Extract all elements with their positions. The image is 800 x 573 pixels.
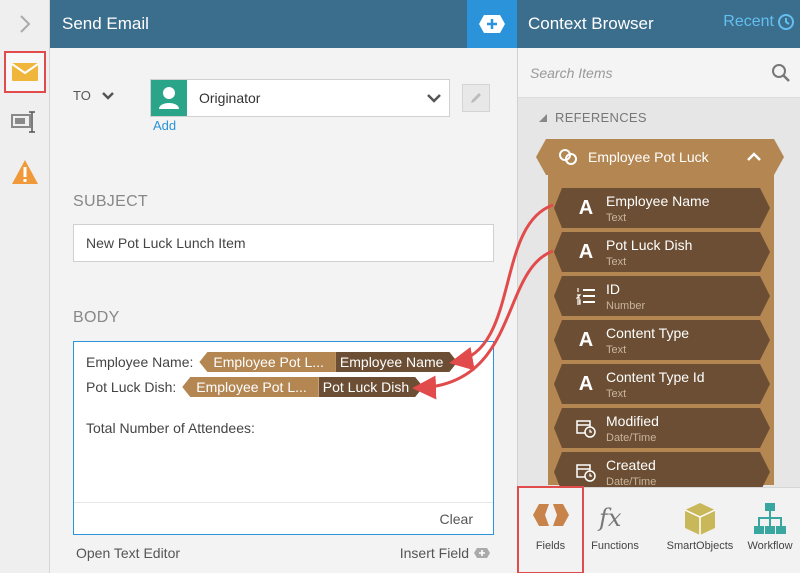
- insert-field-toggle-icon: [479, 15, 505, 33]
- body-line-attendees: Total Number of Attendees:: [86, 420, 255, 436]
- text-icon: A: [578, 372, 594, 395]
- field-type: Text: [606, 212, 627, 224]
- body-line-pot-luck-dish: Pot Luck Dish: Employee Pot L... Pot Luc…: [86, 377, 423, 397]
- tab-workflow[interactable]: Workflow: [741, 488, 799, 573]
- recipient-value: Originator: [199, 90, 261, 106]
- insert-field-button[interactable]: Insert Field: [400, 545, 491, 561]
- workflow-icon: [754, 503, 786, 534]
- body-text: Total Number of Attendees:: [86, 420, 255, 436]
- insert-field-icon: [474, 548, 490, 558]
- text-icon: A: [578, 328, 594, 351]
- tab-smartobjects[interactable]: SmartObjects: [663, 488, 737, 573]
- form-field-icon[interactable]: [4, 101, 46, 143]
- expand-chevron-icon[interactable]: [0, 0, 49, 48]
- field-type: Text: [606, 344, 627, 356]
- body-label: BODY: [73, 309, 120, 326]
- references-label: REFERENCES: [555, 110, 647, 125]
- tab-label: Workflow: [747, 540, 793, 552]
- user-avatar-icon: [151, 80, 187, 116]
- smartobjects-icon: [684, 503, 716, 535]
- tab-label: Fields: [535, 540, 566, 552]
- to-dropdown[interactable]: TO: [73, 88, 115, 103]
- token-field[interactable]: Employee Name: [336, 352, 458, 372]
- tab-functions[interactable]: fx Functions: [584, 488, 646, 573]
- body-line-employee-name: Employee Name: Employee Pot L... Employe…: [86, 352, 457, 372]
- field-name: ID: [606, 281, 620, 297]
- chevron-up-icon: [746, 148, 762, 166]
- token-field[interactable]: Pot Luck Dish: [319, 377, 423, 397]
- context-browser-tabs: Fields fx Functions SmartObjects Workflo…: [517, 486, 800, 573]
- field-item-id[interactable]: ID Number: [554, 276, 770, 316]
- field-item-content-type[interactable]: A Content Type Text: [554, 320, 770, 360]
- svg-text:fx: fx: [597, 504, 622, 532]
- email-icon[interactable]: [4, 51, 46, 93]
- send-email-header: Send Email: [50, 0, 467, 48]
- field-name: Modified: [606, 413, 659, 429]
- tab-label: Functions: [591, 540, 639, 552]
- datetime-icon: [574, 460, 598, 484]
- clear-button[interactable]: Clear: [440, 511, 473, 527]
- pencil-icon: [471, 93, 481, 103]
- subject-label: SUBJECT: [73, 193, 148, 210]
- field-name: Employee Name: [606, 193, 710, 209]
- field-item-pot-luck-dish[interactable]: A Pot Luck Dish Text: [554, 232, 770, 272]
- field-name: Created: [606, 457, 656, 473]
- field-name: Content Type: [606, 325, 690, 341]
- add-recipient-link[interactable]: Add: [153, 118, 176, 133]
- field-item-employee-name[interactable]: A Employee Name Text: [554, 188, 770, 228]
- chevron-down-icon: [101, 91, 114, 100]
- search-input[interactable]: Search Items: [518, 48, 800, 98]
- warning-icon[interactable]: [4, 151, 46, 193]
- smartobject-reference-icon: [558, 148, 578, 166]
- left-rail: [0, 0, 50, 573]
- page-title: Send Email: [62, 14, 149, 33]
- token-source[interactable]: Employee Pot L...: [182, 377, 319, 397]
- subject-value: New Pot Luck Lunch Item: [86, 235, 246, 251]
- clock-icon: [778, 14, 794, 30]
- divider: [74, 502, 493, 503]
- recent-label: Recent: [723, 13, 774, 30]
- chevron-down-icon[interactable]: [419, 93, 449, 103]
- token-source[interactable]: Employee Pot L...: [199, 352, 336, 372]
- field-item-created[interactable]: Created Date/Time: [554, 452, 770, 492]
- field-type: Date/Time: [606, 432, 657, 444]
- tab-fields[interactable]: Fields: [517, 486, 584, 573]
- body-line-label: Employee Name:: [86, 354, 194, 370]
- field-name: Pot Luck Dish: [606, 237, 693, 253]
- search-placeholder: Search Items: [530, 64, 613, 81]
- recipient-select[interactable]: Originator: [150, 79, 450, 117]
- to-label: TO: [73, 88, 91, 103]
- search-icon[interactable]: [771, 63, 791, 83]
- context-browser-header: Context Browser Recent: [517, 0, 800, 48]
- reference-field-list: A Employee Name Text A Pot Luck Dish Tex…: [548, 175, 774, 485]
- reference-group-name: Employee Pot Luck: [588, 149, 709, 165]
- functions-icon: fx: [597, 504, 622, 532]
- toggle-context-button[interactable]: [467, 0, 517, 48]
- email-form: TO Originator Add SUBJECT New Pot Luck L…: [50, 48, 517, 573]
- collapse-triangle-icon: [539, 113, 547, 122]
- open-text-editor-link[interactable]: Open Text Editor: [76, 545, 180, 561]
- text-icon: A: [578, 196, 594, 219]
- text-icon: A: [578, 240, 594, 263]
- field-type: Text: [606, 256, 627, 268]
- recent-link[interactable]: Recent: [723, 13, 794, 31]
- datetime-icon: [574, 416, 598, 440]
- field-type: Number: [606, 300, 646, 312]
- fields-icon: [532, 504, 569, 526]
- field-name: Content Type Id: [606, 369, 705, 385]
- edit-recipient-button[interactable]: [462, 84, 490, 112]
- field-item-content-type-id[interactable]: A Content Type Id Text: [554, 364, 770, 404]
- references-section-toggle[interactable]: REFERENCES: [539, 110, 647, 125]
- number-icon: [574, 284, 598, 308]
- insert-field-label: Insert Field: [399, 545, 469, 561]
- reference-group-header[interactable]: Employee Pot Luck: [536, 139, 784, 175]
- body-editor[interactable]: Employee Name: Employee Pot L... Employe…: [73, 341, 494, 535]
- body-line-label: Pot Luck Dish:: [86, 379, 177, 395]
- tab-label: SmartObjects: [666, 540, 734, 552]
- subject-input[interactable]: New Pot Luck Lunch Item: [73, 224, 494, 262]
- field-item-modified[interactable]: Modified Date/Time: [554, 408, 770, 448]
- field-type: Text: [606, 388, 627, 400]
- context-browser-title: Context Browser: [528, 14, 654, 33]
